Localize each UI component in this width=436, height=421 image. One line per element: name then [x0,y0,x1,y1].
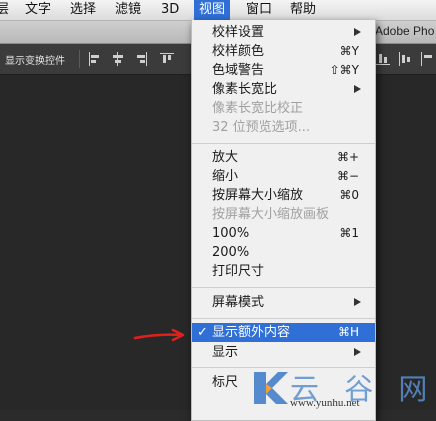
align-left-icon[interactable] [88,52,102,66]
shortcut: ⌘0 [339,188,359,202]
show-transform-controls-checkbox[interactable]: 显示变换控件 [5,52,65,67]
shortcut: ⌘− [336,169,359,183]
menu-item-gamut-warning[interactable]: 色域警告 ⇧⌘Y [192,61,375,80]
shortcut: ⇧⌘Y [329,63,359,77]
menu-3d[interactable]: 3D [161,1,179,19]
menu-item-200-percent[interactable]: 200% [192,243,375,262]
menu-item-fit-on-screen[interactable]: 按屏幕大小缩放 ⌘0 [192,186,375,205]
view-menu-dropdown: 校样设置 校样颜色 ⌘Y 色域警告 ⇧⌘Y 像素长宽比 像素长宽比校正 32 位… [191,20,376,421]
align-center-horizontal-icon[interactable] [111,52,125,66]
menu-separator [192,287,375,288]
menu-item-screen-mode[interactable]: 屏幕模式 [192,293,375,312]
menu-view[interactable]: 视图 [194,0,231,20]
shortcut: ⌘H [337,325,359,339]
submenu-arrow-icon [354,85,361,93]
menu-type[interactable]: 文字 [25,1,51,19]
menu-item-pixel-aspect-ratio[interactable]: 像素长宽比 [192,80,375,99]
watermark-logo-icon [254,372,288,404]
app-title: Adobe Pho [375,24,435,38]
menu-item-zoom-out[interactable]: 缩小 ⌘− [192,167,375,186]
distribute-icon[interactable] [160,52,174,66]
shortcut: ⌘1 [339,226,359,240]
menu-item-proof-colors[interactable]: 校样颜色 ⌘Y [192,42,375,61]
menu-separator [192,143,375,144]
align-right-icon[interactable] [134,52,148,66]
menu-bar: 层 文字 选择 滤镜 3D 视图 窗口 帮助 [0,0,436,21]
menu-item-proof-setup[interactable]: 校样设置 [192,23,375,42]
shortcut: ⌘+ [336,150,359,164]
menu-separator [192,318,375,319]
menu-window[interactable]: 窗口 [246,1,272,19]
watermark-url: www.yunhu.net [290,397,360,409]
menu-item-show-extras[interactable]: ✓ 显示额外内容 ⌘H [192,323,375,342]
watermark: 云 谷 网 www.yunhu.net [246,366,436,410]
menu-select[interactable]: 选择 [70,1,96,19]
menu-item-32bit-preview: 32 位预览选项... [212,120,311,135]
menu-item-pixel-aspect-correction: 像素长宽比校正 [212,101,304,116]
menu-filter[interactable]: 滤镜 [115,1,141,19]
menu-item-100-percent[interactable]: 100% ⌘1 [192,224,375,243]
menu-item-show[interactable]: 显示 [192,343,375,362]
menu-item-zoom-in[interactable]: 放大 ⌘+ [192,148,375,167]
distribute-vertical-icon[interactable] [398,52,412,66]
divider [79,50,80,68]
menu-layer[interactable]: 层 [0,1,9,19]
submenu-arrow-icon [354,28,361,36]
align-bottom-icon[interactable] [376,52,390,66]
submenu-arrow-icon [354,348,361,356]
menu-item-print-size[interactable]: 打印尺寸 [192,262,375,281]
submenu-arrow-icon [354,298,361,306]
menu-help[interactable]: 帮助 [290,1,316,19]
align-more-icon[interactable] [421,52,435,66]
shortcut: ⌘Y [339,44,359,58]
menu-item-fit-artboard: 按屏幕大小缩放画板 [212,207,330,222]
red-arrow-icon [133,328,185,342]
checkmark-icon: ✓ [197,325,208,340]
